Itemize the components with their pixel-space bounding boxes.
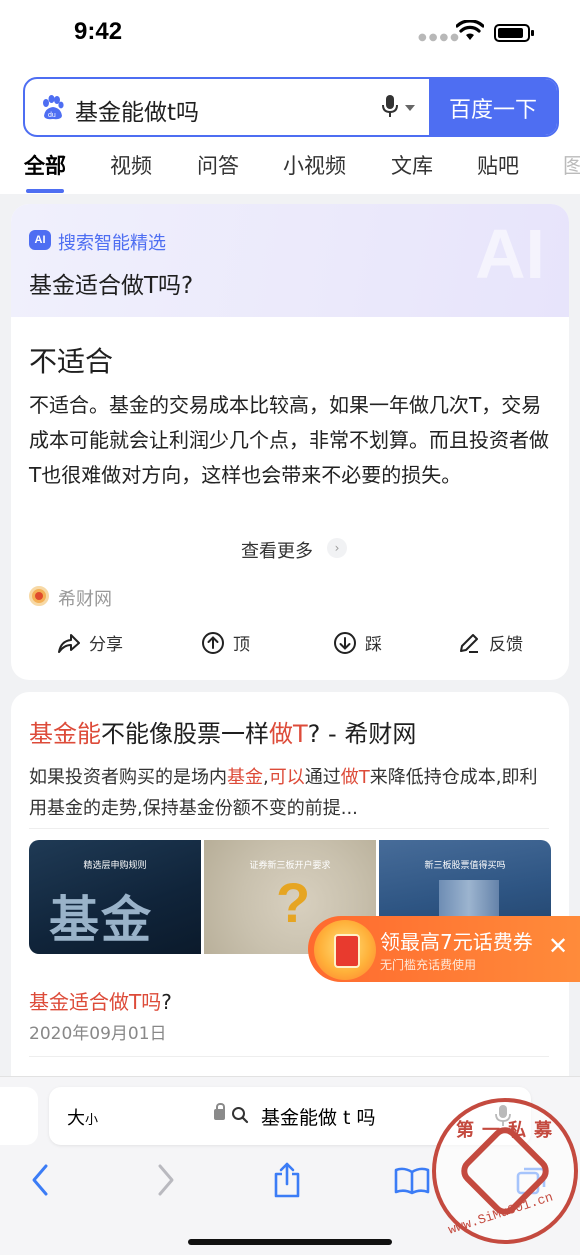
close-icon[interactable]: ✕ xyxy=(548,934,568,958)
promo-banner[interactable]: 领最高7元话费券 无门槛充话费使用 ✕ xyxy=(308,916,580,982)
source-name[interactable]: 希财网 xyxy=(58,585,112,611)
status-bar: 9:42 ●●●● xyxy=(0,0,580,64)
share-icon xyxy=(58,633,80,653)
phone-coupon-icon xyxy=(314,920,376,980)
promo-subtitle: 无门槛充话费使用 xyxy=(380,958,477,972)
search-header: du 基金能做t吗 百度一下 全部 视频 问答 小视频 文库 贴吧 图 xyxy=(0,64,580,194)
feedback-button[interactable]: 反馈 xyxy=(457,630,523,655)
text-size-button[interactable]: 大小 xyxy=(67,1104,98,1130)
snippet-highlight: 做T xyxy=(340,767,370,788)
ai-card-actions: 分享 顶 踩 反馈 xyxy=(11,630,569,660)
upvote-label: 顶 xyxy=(233,635,250,655)
forward-icon[interactable] xyxy=(156,1163,176,1197)
search-result-card: 基金能不能像股票一样做T? - 希财网 如果投资者购买的是场内基金,可以通过做T… xyxy=(11,692,569,1112)
chevron-down-icon[interactable] xyxy=(405,105,415,111)
search-input[interactable]: 基金能做t吗 xyxy=(75,93,199,127)
snippet-text: 通过 xyxy=(304,767,341,788)
result-snippet: 如果投资者购买的是场内基金,可以通过做T来降低持仓成本,即利用基金的走势,保持基… xyxy=(29,762,554,824)
url-text[interactable]: 基金能做 t 吗 xyxy=(261,1103,376,1130)
result-date: 2020年09月01日 xyxy=(29,1024,167,1044)
thumbnail-fund[interactable]: 精选层申购规则 基金 xyxy=(29,840,201,954)
ai-watermark-icon: AI xyxy=(475,215,545,293)
back-icon[interactable] xyxy=(30,1163,50,1197)
view-more-link[interactable]: 查看更多 xyxy=(241,537,313,563)
title-text: ? - 希财网 xyxy=(307,720,417,748)
search-button[interactable]: 百度一下 xyxy=(429,79,557,135)
question-mark-icon: ? xyxy=(276,871,311,934)
divider xyxy=(29,828,549,829)
pencil-icon xyxy=(460,633,478,653)
tab-wenku[interactable]: 文库 xyxy=(391,150,433,180)
tab-tieba[interactable]: 贴吧 xyxy=(477,150,519,180)
thumbnail-caption: 精选层申购规则 xyxy=(83,861,147,871)
svg-text:du: du xyxy=(48,112,56,119)
chevron-right-icon[interactable]: › xyxy=(327,538,347,558)
thumbnail-big-text: 基金 xyxy=(49,891,153,949)
snippet-text: 如果投资者购买的是场内 xyxy=(29,767,227,788)
microphone-icon[interactable] xyxy=(381,94,399,120)
related-highlight: 基金适合做T吗 xyxy=(29,990,162,1014)
ai-answer-body: 不适合。基金的交易成本比较高，如果一年做几次T，交易成本可能就会让利润少几个点，… xyxy=(29,393,549,487)
arrow-up-circle-icon xyxy=(202,631,224,654)
battery-icon xyxy=(494,24,534,42)
signal-icon: ●●●● xyxy=(418,32,461,43)
tab-video[interactable]: 视频 xyxy=(110,150,152,180)
search-icon xyxy=(232,1107,249,1124)
tab-all[interactable]: 全部 xyxy=(24,150,66,180)
active-tab-indicator xyxy=(26,189,64,193)
upvote-button[interactable]: 顶 xyxy=(201,630,250,655)
search-box[interactable]: du 基金能做t吗 百度一下 xyxy=(23,77,559,137)
share-button[interactable]: 分享 xyxy=(57,630,123,655)
ai-label: 搜索智能精选 xyxy=(58,233,166,254)
share-label: 分享 xyxy=(89,635,123,655)
home-indicator xyxy=(188,1239,392,1245)
status-time: 9:42 xyxy=(74,18,123,45)
divider xyxy=(29,1056,549,1057)
search-tabs: 全部 视频 问答 小视频 文库 贴吧 图 xyxy=(0,150,580,194)
downvote-button[interactable]: 踩 xyxy=(333,630,382,655)
watermark-stamp: 第一私募 www.SiMu001.cn xyxy=(432,1098,578,1244)
title-highlight: 做T xyxy=(269,720,308,748)
tab-images[interactable]: 图 xyxy=(563,150,580,180)
share-icon[interactable] xyxy=(272,1161,302,1199)
downvote-label: 踩 xyxy=(365,635,382,655)
result-title-link[interactable]: 基金能不能像股票一样做T? - 希财网 xyxy=(29,714,416,749)
snippet-highlight: 可以 xyxy=(268,767,305,788)
related-tail: ? xyxy=(161,990,172,1014)
ai-answer-title: 不适合 xyxy=(29,345,114,378)
wifi-icon xyxy=(456,20,484,40)
ai-answer-card: AI AI 搜索智能精选 基金适合做T吗? 不适合 不适合。基金的交易成本比较高… xyxy=(11,204,569,680)
text-size-big: 大 xyxy=(67,1108,85,1129)
baidu-paw-icon: du xyxy=(43,95,64,120)
ai-card-header: AI AI 搜索智能精选 基金适合做T吗? xyxy=(11,204,569,317)
feedback-label: 反馈 xyxy=(489,635,523,655)
snippet-highlight: 基金 xyxy=(227,767,263,788)
title-highlight: 基金能 xyxy=(29,720,101,748)
bookmarks-icon[interactable] xyxy=(394,1167,430,1195)
related-link[interactable]: 基金适合做T吗? xyxy=(29,986,172,1015)
tab-short-video[interactable]: 小视频 xyxy=(283,150,346,180)
promo-title: 领最高7元话费券 xyxy=(380,930,533,954)
source-logo-icon xyxy=(29,586,49,606)
lock-icon xyxy=(214,1103,225,1120)
tab-qa[interactable]: 问答 xyxy=(197,150,239,180)
title-text: 不能像股票一样 xyxy=(101,720,269,748)
thumbnail-caption: 新三板股票值得买吗 xyxy=(424,861,506,871)
ai-badge-icon: AI xyxy=(29,230,51,250)
arrow-down-circle-icon xyxy=(334,631,356,654)
previous-tab-preview[interactable] xyxy=(0,1087,38,1145)
text-size-small: 小 xyxy=(85,1113,99,1128)
ai-question: 基金适合做T吗? xyxy=(29,273,194,299)
